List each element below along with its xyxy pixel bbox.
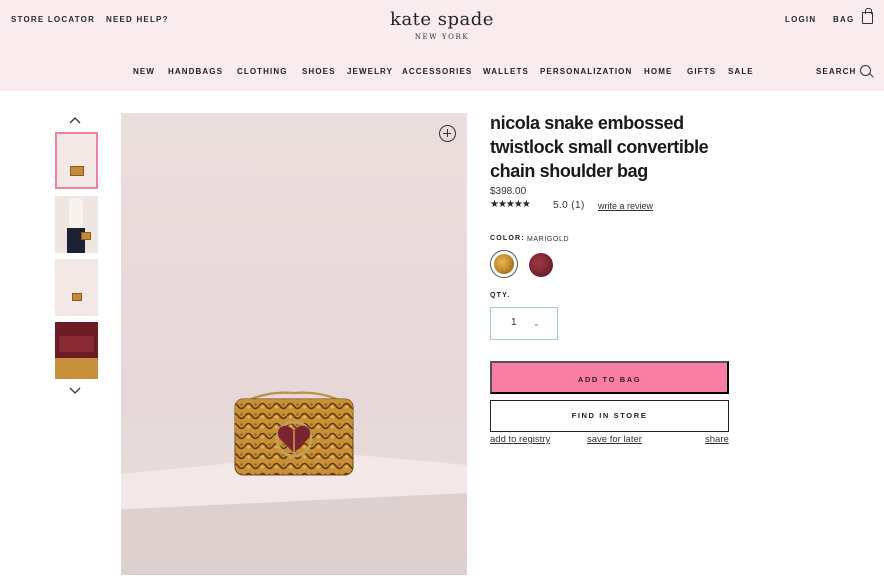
zoom-plus-icon[interactable] (439, 125, 456, 142)
login-link[interactable]: LOGIN (785, 15, 816, 24)
swatch-marigold[interactable] (490, 250, 518, 278)
thumbnail-front-small[interactable] (55, 259, 98, 316)
quantity-label: QTY. (490, 292, 511, 299)
rating-score[interactable]: 5.0 (1) (553, 200, 585, 211)
thumbnail-up-chevron-icon[interactable] (68, 113, 82, 127)
thumbnail-front[interactable] (55, 132, 98, 189)
quantity-value: 1 (511, 317, 517, 328)
main-product-image[interactable] (121, 113, 467, 575)
chevron-down-icon: ⌄ (533, 319, 540, 328)
save-for-later-link[interactable]: save for later (587, 434, 642, 445)
star-rating-icon[interactable]: ★★★★★ (490, 199, 531, 210)
thumbnail-bag-image (70, 166, 84, 176)
thumbnail-down-chevron-icon[interactable] (68, 384, 82, 398)
thumbnail-interior-snake (55, 358, 98, 379)
thumbnail-interior-lining (59, 336, 94, 352)
add-to-bag-button[interactable]: ADD TO BAG (490, 361, 729, 394)
product-title: nicola snake embossed twistlock small co… (490, 113, 709, 181)
site-header: STORE LOCATOR NEED HELP? kate spade NEW … (0, 0, 884, 91)
nav-clothing[interactable]: CLOTHING (237, 67, 288, 76)
swatch-marigold-fill (494, 254, 514, 274)
add-to-registry-link[interactable]: add to registry (490, 434, 550, 445)
share-link[interactable]: share (705, 434, 729, 445)
brand-logo-subtitle: NEW YORK (414, 33, 470, 41)
nav-personalization[interactable]: PERSONALIZATION (540, 67, 632, 76)
nav-sale[interactable]: SALE (728, 67, 754, 76)
bag-link[interactable]: BAG (833, 15, 854, 24)
find-in-store-button[interactable]: FIND IN STORE (490, 400, 729, 432)
thumbnail-model[interactable] (55, 196, 98, 253)
swatch-burgundy[interactable] (526, 250, 554, 278)
handbag-image (234, 391, 354, 476)
product-price: $398.00 (490, 186, 527, 197)
search-link[interactable]: SEARCH (816, 67, 856, 76)
search-icon[interactable] (860, 65, 871, 76)
nav-gifts[interactable]: GIFTS (687, 67, 716, 76)
thumbnail-model-torso (69, 198, 83, 228)
thumbnail-bag-image (72, 293, 82, 301)
nav-accessories[interactable]: ACCESSORIES (402, 67, 472, 76)
brand-logo[interactable]: kate spade (0, 9, 884, 30)
write-review-link[interactable]: write a review (598, 201, 653, 211)
nav-shoes[interactable]: SHOES (302, 67, 336, 76)
nav-wallets[interactable]: WALLETS (483, 67, 529, 76)
main-navigation: NEW HANDBAGS CLOTHING SHOES JEWELRY ACCE… (0, 67, 884, 79)
nav-home[interactable]: HOME (644, 67, 672, 76)
quantity-select[interactable]: 1 ⌄ (490, 307, 558, 340)
nav-new[interactable]: NEW (133, 67, 155, 76)
swatch-burgundy-fill (529, 253, 553, 277)
nav-jewelry[interactable]: JEWELRY (347, 67, 393, 76)
nav-handbags[interactable]: HANDBAGS (168, 67, 223, 76)
thumbnail-bag-image (81, 232, 91, 240)
shopping-bag-icon[interactable] (862, 8, 873, 24)
color-label: COLOR: (490, 235, 525, 242)
color-value: MARIGOLD (527, 236, 570, 243)
thumbnail-interior[interactable] (55, 322, 98, 379)
